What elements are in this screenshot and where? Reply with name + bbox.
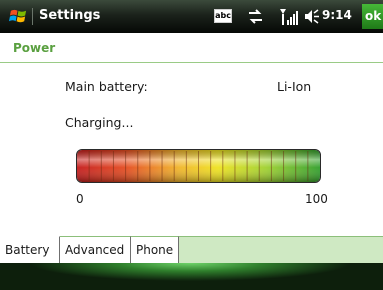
- battery-type-value: Li-Ion: [277, 79, 312, 94]
- charging-status: Charging...: [65, 115, 134, 130]
- page-title: Power: [13, 41, 56, 55]
- ok-button[interactable]: ok: [362, 4, 383, 29]
- title-separator: [32, 8, 33, 25]
- volume-icon[interactable]: [304, 9, 320, 24]
- header-divider: [0, 62, 383, 63]
- clock[interactable]: 9:14: [322, 8, 352, 22]
- signal-strength-icon[interactable]: [279, 7, 299, 26]
- connectivity-icon[interactable]: [247, 8, 264, 25]
- gauge-max-label: 100: [305, 192, 328, 206]
- battery-level-gauge: [76, 149, 321, 183]
- app-title: Settings: [39, 8, 101, 23]
- section-header: Power: [0, 33, 383, 63]
- tab-battery[interactable]: Battery: [0, 236, 60, 263]
- softkey-bar: [0, 263, 383, 290]
- gauge-min-label: 0: [76, 192, 84, 206]
- title-bar: Settings abc 9:14 ok: [0, 0, 383, 33]
- tab-advanced[interactable]: Advanced: [60, 236, 131, 263]
- main-battery-label: Main battery:: [65, 79, 148, 94]
- tab-phone[interactable]: Phone: [131, 236, 179, 263]
- windows-start-icon[interactable]: [9, 7, 28, 26]
- keyboard-abc-icon[interactable]: abc: [214, 9, 232, 23]
